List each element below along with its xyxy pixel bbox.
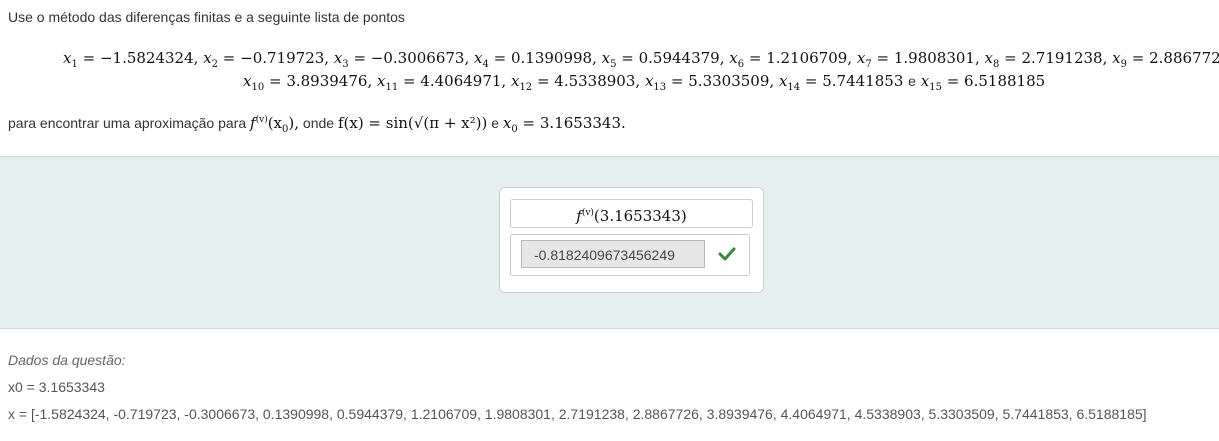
point-11: x11 = 4.4064971, (376, 72, 511, 93)
point-5: x5 = 0.5944379, (601, 49, 730, 70)
point-7: x7 = 1.9808301, (856, 49, 985, 70)
sqrt-symbol: √ (413, 114, 424, 132)
point-6: x6 = 1.2106709, (729, 49, 857, 70)
answer-input[interactable]: -0.8182409673456249 (521, 240, 705, 268)
dados-title: Dados da questão: (8, 352, 126, 368)
question-intro: Use o método das diferenças finitas e a … (8, 9, 405, 25)
derivative-expression: f(v)(x0), (250, 114, 300, 135)
question-section: Use o método das diferenças finitas e a … (0, 0, 1219, 156)
answer-card: f(v)(3.1653343) -0.8182409673456249 (499, 187, 764, 293)
point-13: x13 = 5.3303509, (644, 72, 779, 93)
task-statement: para encontrar uma aproximação para f(v)… (8, 114, 626, 135)
point-15: x15 = 6.5188185 (920, 72, 1046, 93)
point-1: x1 = −1.5824324, (63, 49, 204, 70)
point-10: x10 = 3.8939476, (243, 72, 377, 93)
x0-definition: x0 = 3.1653343. (502, 114, 626, 135)
dados-section: Dados da questão: (8, 352, 126, 368)
point-9: x9 = 2.8867726, (1112, 49, 1219, 70)
dados-x0: x0 = 3.1653343 (8, 379, 105, 395)
point-2: x2 = −0.719723, (203, 49, 334, 70)
point-8: x8 = 2.7191238, (984, 49, 1113, 70)
point-4: x4 = 0.1390998, (474, 49, 602, 70)
point-12: x12 = 4.5338903, (510, 72, 645, 93)
function-definition: f(x) = sin(√(π + x²)) (337, 114, 488, 132)
answer-input-wrapper: -0.8182409673456249 (510, 234, 750, 276)
task-prefix: para encontrar uma aproximação para (8, 115, 247, 131)
check-icon (718, 247, 736, 261)
answer-header: f(v)(3.1653343) (510, 199, 753, 228)
task-onde: onde (302, 115, 335, 131)
point-14: x14 = 5.7441853 (778, 72, 904, 93)
answer-panel: f(v)(3.1653343) -0.8182409673456249 (0, 156, 1219, 329)
dados-x-list: x = [-1.5824324, -0.719723, -0.3006673, … (8, 406, 1147, 422)
task-e: e (491, 115, 500, 131)
points-line-2: x10 = 3.8939476, x11 = 4.4064971, x12 = … (243, 72, 1045, 93)
point-3: x3 = −0.3006673, (333, 49, 475, 70)
points-line-1: x1 = −1.5824324, x2 = −0.719723, x3 = −0… (63, 49, 1219, 70)
conjunction-e: e (908, 73, 916, 89)
